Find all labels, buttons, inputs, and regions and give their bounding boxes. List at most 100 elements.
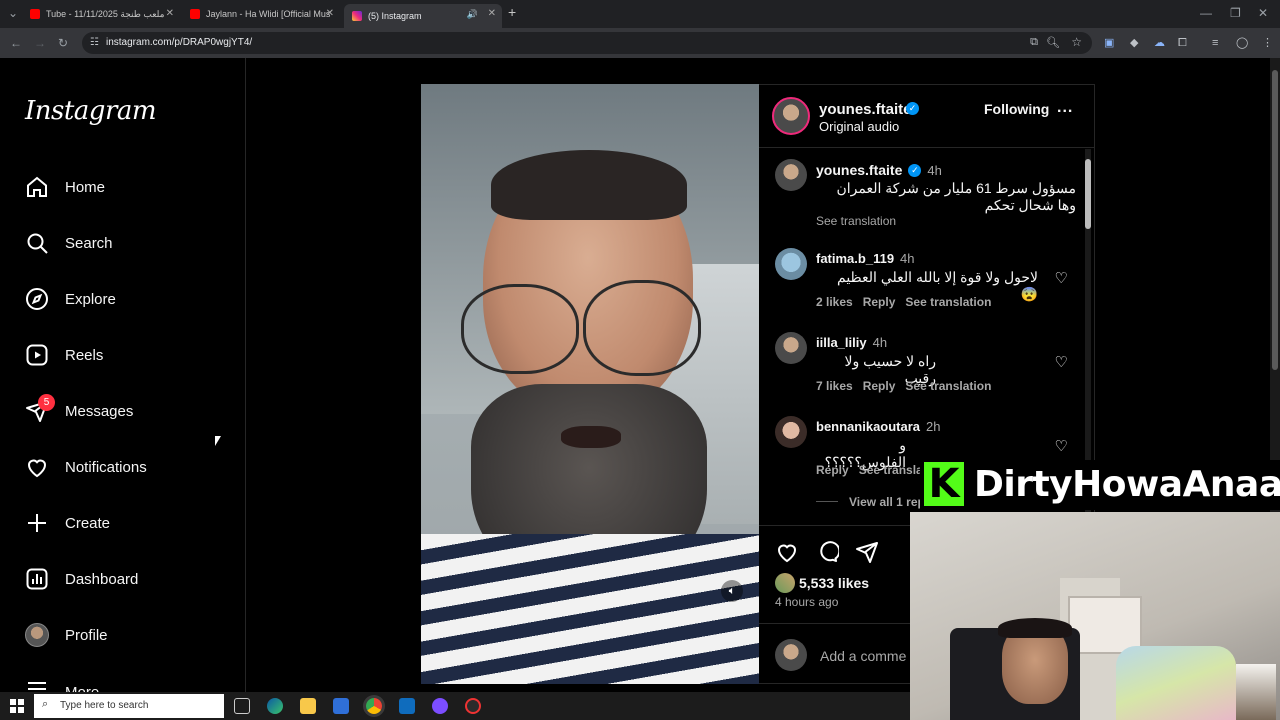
cloud-extension-icon[interactable]: ☁ <box>1154 36 1165 50</box>
address-bar[interactable]: ☷ instagram.com/p/DRAP0wgjYT4/ ⧉ 🔍︎ ☆ <box>82 32 1092 54</box>
obs-icon[interactable] <box>465 698 481 714</box>
close-tab-icon[interactable]: ✕ <box>326 8 334 19</box>
audio-label[interactable]: Original audio <box>819 119 899 134</box>
translate-extension-icon[interactable]: ▣ <box>1104 36 1114 50</box>
file-explorer-icon[interactable] <box>300 698 316 714</box>
post-time[interactable]: 4 hours ago <box>775 595 838 609</box>
sidebar-item-label: Notifications <box>65 458 147 476</box>
tab-youtube-2[interactable]: Jaylann - Ha Wlidi [Official Mus ✕ <box>190 4 340 24</box>
caption-see-translation[interactable]: See translation <box>816 214 896 228</box>
store-icon[interactable] <box>333 698 349 714</box>
comment-likes[interactable]: 7 likes <box>816 379 853 393</box>
likes-count[interactable]: 5,533 likes <box>799 575 869 591</box>
speaker-icon[interactable]: 🔊 <box>467 9 478 20</box>
windows-start-icon[interactable] <box>10 699 24 713</box>
reply-button[interactable]: Reply <box>863 295 896 309</box>
see-translation-button[interactable]: See transla <box>859 463 923 477</box>
chrome-icon[interactable] <box>366 698 382 714</box>
following-button[interactable]: Following <box>984 101 1049 117</box>
sidebar-item-label: Create <box>65 514 111 532</box>
more-options-icon[interactable]: ... <box>1057 99 1073 117</box>
post-video[interactable]: 🔈︎ <box>421 84 759 684</box>
caption-header: younes.ftaite ✓ 4h <box>816 162 942 178</box>
commenter-avatar[interactable] <box>775 332 807 364</box>
sidebar-item-explore[interactable]: Explore <box>24 284 116 314</box>
comment-username[interactable]: fatima.b_119 <box>816 251 894 266</box>
close-tab-icon[interactable]: ✕ <box>488 8 496 19</box>
author-avatar[interactable] <box>772 97 810 135</box>
bookmark-star-icon[interactable]: ☆ <box>1071 35 1082 49</box>
browser-toolbar: ← → ↻ ☷ instagram.com/p/DRAP0wgjYT4/ ⧉ 🔍… <box>0 28 1280 58</box>
like-icon[interactable] <box>775 540 799 569</box>
see-translation-button[interactable]: See translation <box>905 379 991 393</box>
sidebar-item-label: Dashboard <box>65 570 139 588</box>
sidebar-item-label: Profile <box>65 626 108 644</box>
sidebar-item-reels[interactable]: Reels <box>24 340 103 370</box>
search-icon: ⌕ <box>42 698 49 710</box>
sidebar-item-search[interactable]: Search <box>24 228 113 258</box>
messenger-app-icon[interactable] <box>432 698 448 714</box>
site-info-icon[interactable]: ☷ <box>90 37 99 48</box>
task-view-icon[interactable] <box>234 698 250 714</box>
comment-like-icon[interactable]: ♡ <box>1055 269 1068 287</box>
instagram-logo[interactable]: Instagram <box>25 96 157 126</box>
comment-likes[interactable]: 2 likes <box>816 295 853 309</box>
reply-button[interactable]: Reply <box>816 463 849 477</box>
see-translation-button[interactable]: See translation <box>905 295 991 309</box>
page-scrollbar-thumb[interactable] <box>1272 70 1278 370</box>
commenter-avatar[interactable] <box>775 248 807 280</box>
add-comment-input[interactable]: Add a comme <box>820 648 906 664</box>
close-tab-icon[interactable]: ✕ <box>166 8 174 19</box>
kebab-menu-icon[interactable]: ⋮ <box>1262 36 1273 50</box>
sidebar-item-dashboard[interactable]: Dashboard <box>24 564 138 594</box>
tab-label: Jaylann - Ha Wlidi [Official Mus <box>206 9 331 19</box>
sidebar-item-more[interactable]: More <box>24 676 99 692</box>
search-icon <box>24 230 50 256</box>
extension-diamond-icon[interactable]: ◆ <box>1130 36 1138 50</box>
back-icon[interactable]: ← <box>10 36 22 50</box>
profile-icon[interactable]: ◯ <box>1236 36 1248 50</box>
reload-icon[interactable]: ↻ <box>58 36 68 50</box>
commenter-avatar[interactable] <box>775 159 807 191</box>
edge-icon[interactable] <box>267 698 283 714</box>
new-tab-button[interactable]: + <box>508 5 516 19</box>
install-icon[interactable]: ⧉ <box>1030 36 1038 49</box>
sidebar-item-create[interactable]: Create <box>24 508 110 538</box>
restore-icon[interactable]: ❐ <box>1230 6 1241 20</box>
close-window-icon[interactable]: ✕ <box>1258 6 1268 20</box>
tab-list-icon[interactable]: ≡ <box>1212 36 1218 50</box>
tab-youtube-1[interactable]: Tube - 11/11/2025 ملعب طنجة ✕ <box>30 4 180 24</box>
comment-like-icon[interactable]: ♡ <box>1055 353 1068 371</box>
author-username[interactable]: younes.ftaite <box>819 101 912 118</box>
forward-icon[interactable]: → <box>34 36 46 50</box>
comment-icon[interactable] <box>815 540 841 569</box>
tab-search-icon[interactable]: ⌄ <box>8 6 18 20</box>
mouse-cursor <box>215 436 221 446</box>
verified-badge-icon: ✓ <box>906 102 919 115</box>
sidebar-item-home[interactable]: Home <box>24 172 105 202</box>
tab-instagram[interactable]: (5) Instagram 🔊 ✕ <box>344 4 502 28</box>
comments-scrollbar-thumb[interactable] <box>1085 159 1091 229</box>
streamer-banner: K DirtyHowaAnaa <box>920 460 1280 510</box>
sidebar-item-messages[interactable]: 5 Messages <box>24 394 133 426</box>
reply-button[interactable]: Reply <box>863 379 896 393</box>
sidebar-item-notifications[interactable]: Notifications <box>24 452 147 482</box>
view-replies-button[interactable]: View all 1 rep <box>849 495 925 509</box>
taskbar-search-box[interactable]: ⌕ Type here to search <box>34 694 224 718</box>
youtube-icon <box>30 9 40 19</box>
url-text: instagram.com/p/DRAP0wgjYT4/ <box>106 37 253 48</box>
liker-avatar[interactable] <box>775 573 795 593</box>
minimize-icon[interactable]: — <box>1200 6 1212 20</box>
caption-username[interactable]: younes.ftaite <box>816 162 902 178</box>
mute-icon[interactable]: 🔈︎ <box>721 580 743 602</box>
zoom-icon[interactable]: 🔍︎ <box>1046 36 1060 49</box>
sidebar-item-profile[interactable]: Profile <box>24 620 108 650</box>
outlook-icon[interactable] <box>399 698 415 714</box>
extensions-puzzle-icon[interactable]: ⧠ <box>1178 36 1187 50</box>
comment-time: 4h <box>872 335 888 350</box>
comment-username[interactable]: iilla_liliy <box>816 335 867 350</box>
commenter-avatar[interactable] <box>775 416 807 448</box>
comment-like-icon[interactable]: ♡ <box>1055 437 1068 455</box>
comment-username[interactable]: bennanikaoutara <box>816 419 920 434</box>
share-icon[interactable] <box>855 540 879 569</box>
